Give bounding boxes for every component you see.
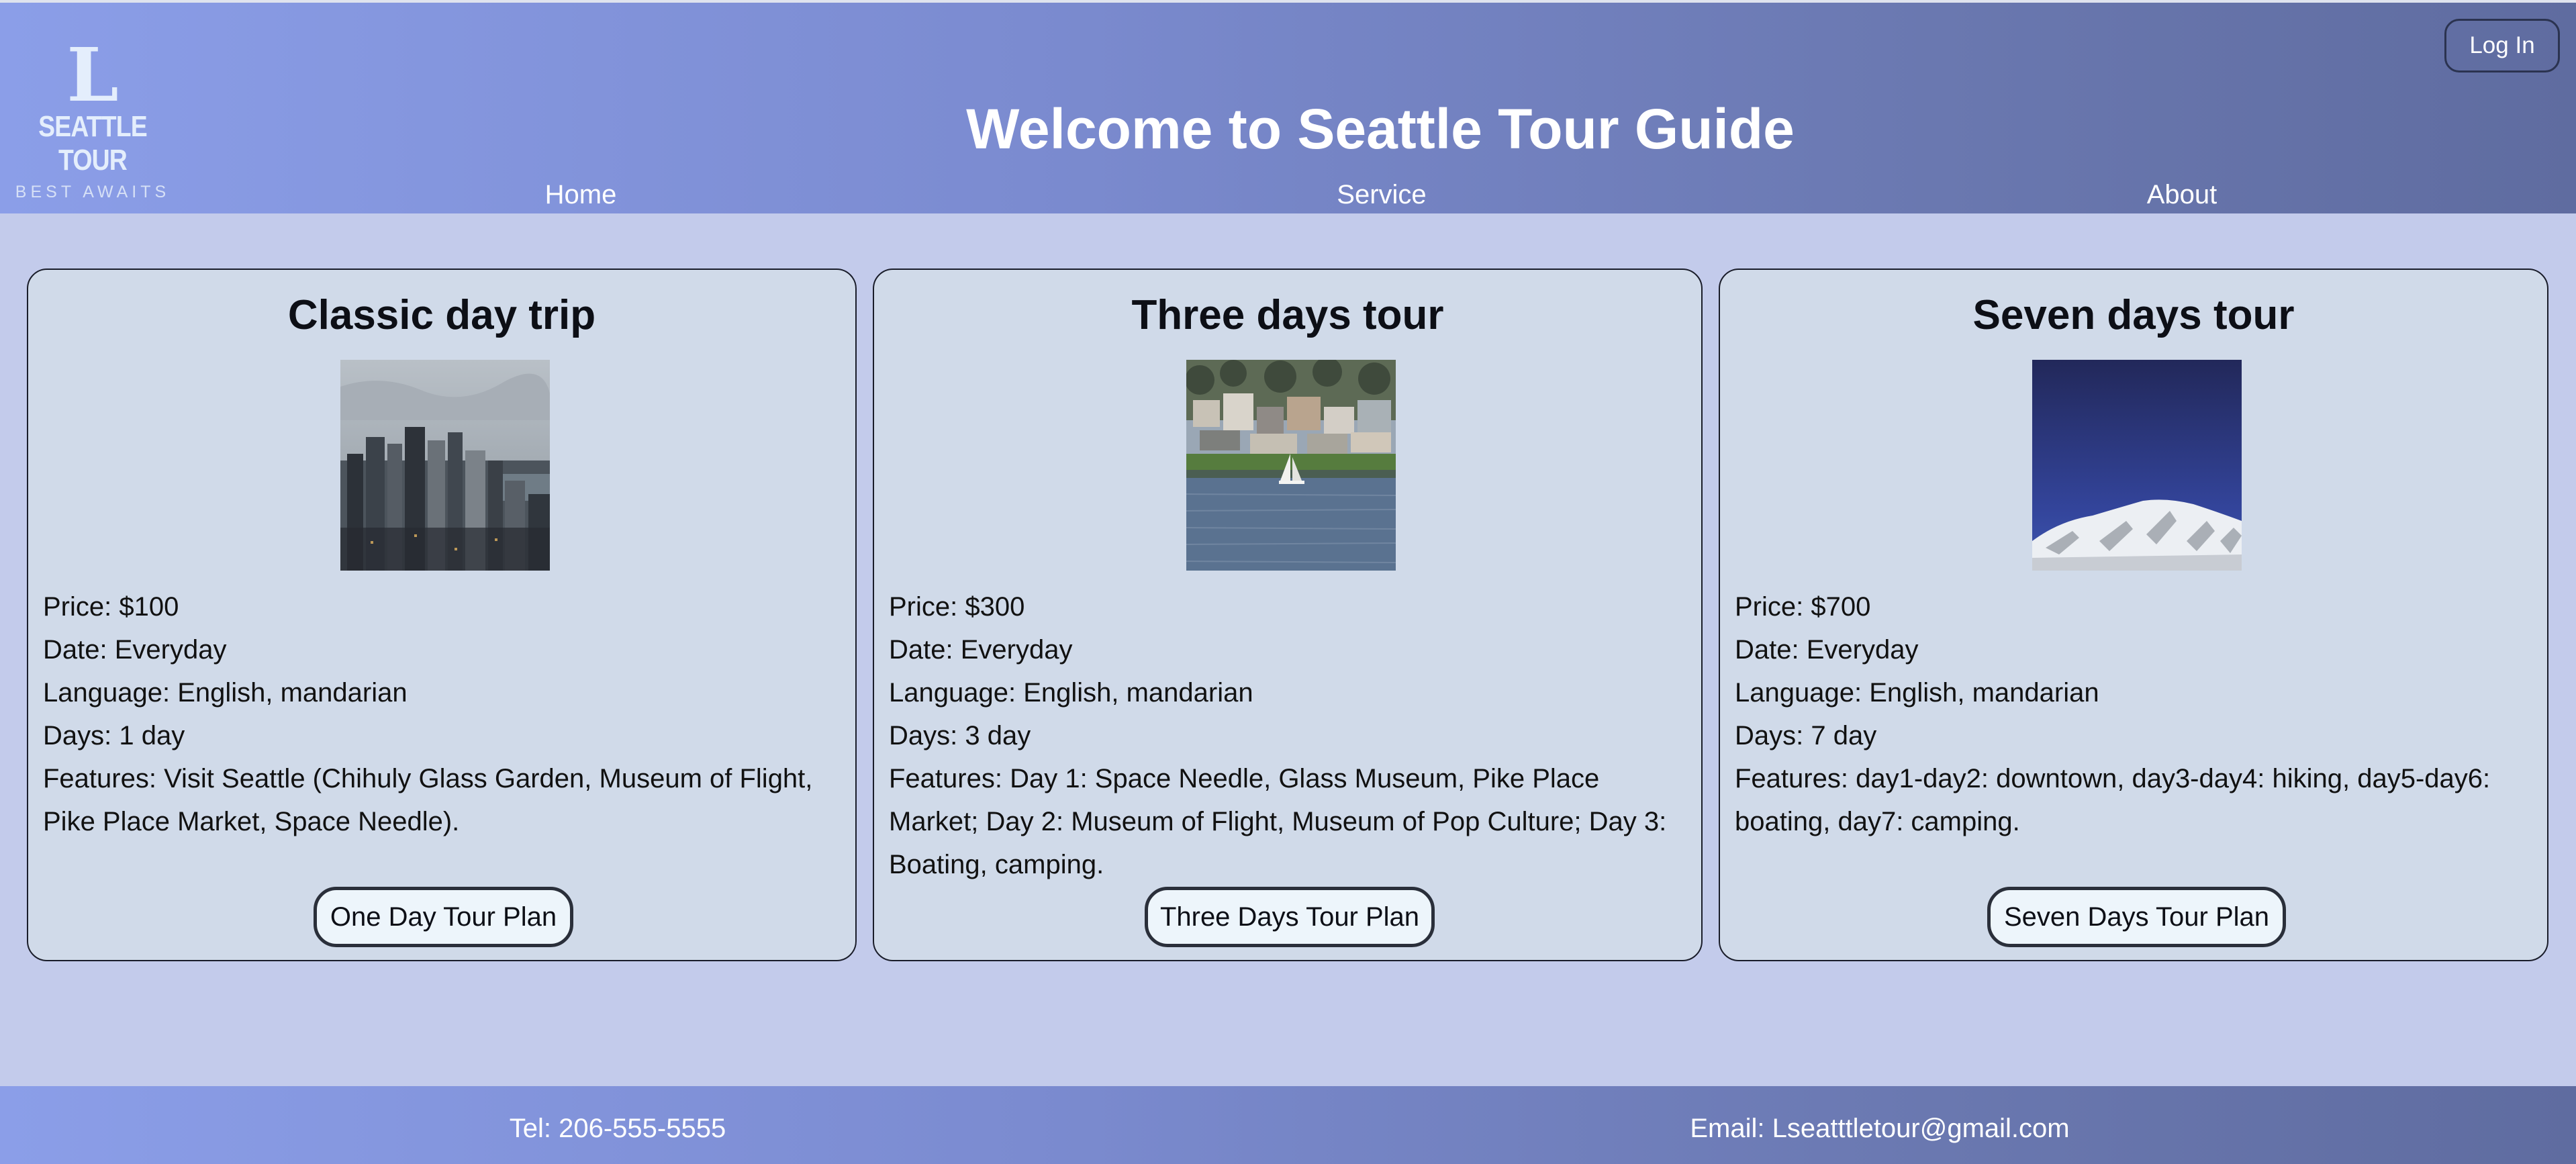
nav-item-about[interactable]: About [2014,178,2350,211]
tour-card-title: Three days tour [1131,292,1444,338]
site-header: L SEATTLE TOUR BEST AWAITS Log In Welcom… [0,3,2576,213]
tour-language: Language: English, mandarian [889,678,1253,708]
snowy-mountain-photo [2032,360,2242,571]
page-title: Welcome to Seattle Tour Guide [966,97,1795,160]
tour-days: Days: 3 day [889,721,1031,750]
tour-details: Price: $100 Date: Everyday Language: Eng… [43,585,845,843]
seattle-skyline-photo [340,360,550,571]
tour-price: Price: $700 [1735,592,1871,622]
tour-card-title: Seven days tour [1972,292,2295,338]
site-footer: Tel: 206-555-5555 Email: Lseatttletour@g… [0,1086,2576,1164]
tour-features: Features: Day 1: Space Needle, Glass Mus… [889,764,1667,879]
tour-price: Price: $300 [889,592,1025,622]
tour-date: Date: Everyday [43,635,227,665]
tour-details: Price: $700 Date: Everyday Language: Eng… [1735,585,2537,843]
waterfront-sailboat-photo [1186,360,1396,571]
tour-days: Days: 1 day [43,721,185,750]
tour-features: Features: Visit Seattle (Chihuly Glass G… [43,764,813,836]
tour-days: Days: 7 day [1735,721,1877,750]
tour-language: Language: English, mandarian [1735,678,2099,708]
logo-tagline: BEST AWAITS [15,183,171,201]
login-button[interactable]: Log In [2444,19,2560,72]
tour-date: Date: Everyday [1735,635,1919,665]
one-day-tour-plan-button[interactable]: One Day Tour Plan [314,887,573,947]
tour-language: Language: English, mandarian [43,678,408,708]
mountain-image [2032,360,2242,571]
nav-item-home[interactable]: Home [413,178,749,211]
tour-card-classic: Classic day trip Price: $100 Date: Every… [27,269,857,961]
seven-days-tour-plan-button[interactable]: Seven Days Tour Plan [1987,887,2286,947]
seattle-skyline-image [340,360,550,571]
tour-card-three-days: Three days tour Price: $300 Date: Everyd… [873,269,1703,961]
waterfront-image [1186,360,1396,571]
three-days-tour-plan-button[interactable]: Three Days Tour Plan [1145,887,1435,947]
tour-features: Features: day1-day2: downtown, day3-day4… [1735,764,2491,836]
tour-details: Price: $300 Date: Everyday Language: Eng… [889,585,1691,886]
footer-phone: Tel: 206-555-5555 [509,1114,726,1143]
tour-card-title: Classic day trip [287,292,596,338]
footer-email[interactable]: Email: Lseatttletour@gmail.com [1611,1112,2148,1145]
tour-date: Date: Everyday [889,635,1073,665]
tour-price: Price: $100 [43,592,179,622]
tour-card-seven-days: Seven days tour Price: $700 Date: Everyd… [1719,269,2548,961]
nav-item-service[interactable]: Service [1214,178,1549,211]
